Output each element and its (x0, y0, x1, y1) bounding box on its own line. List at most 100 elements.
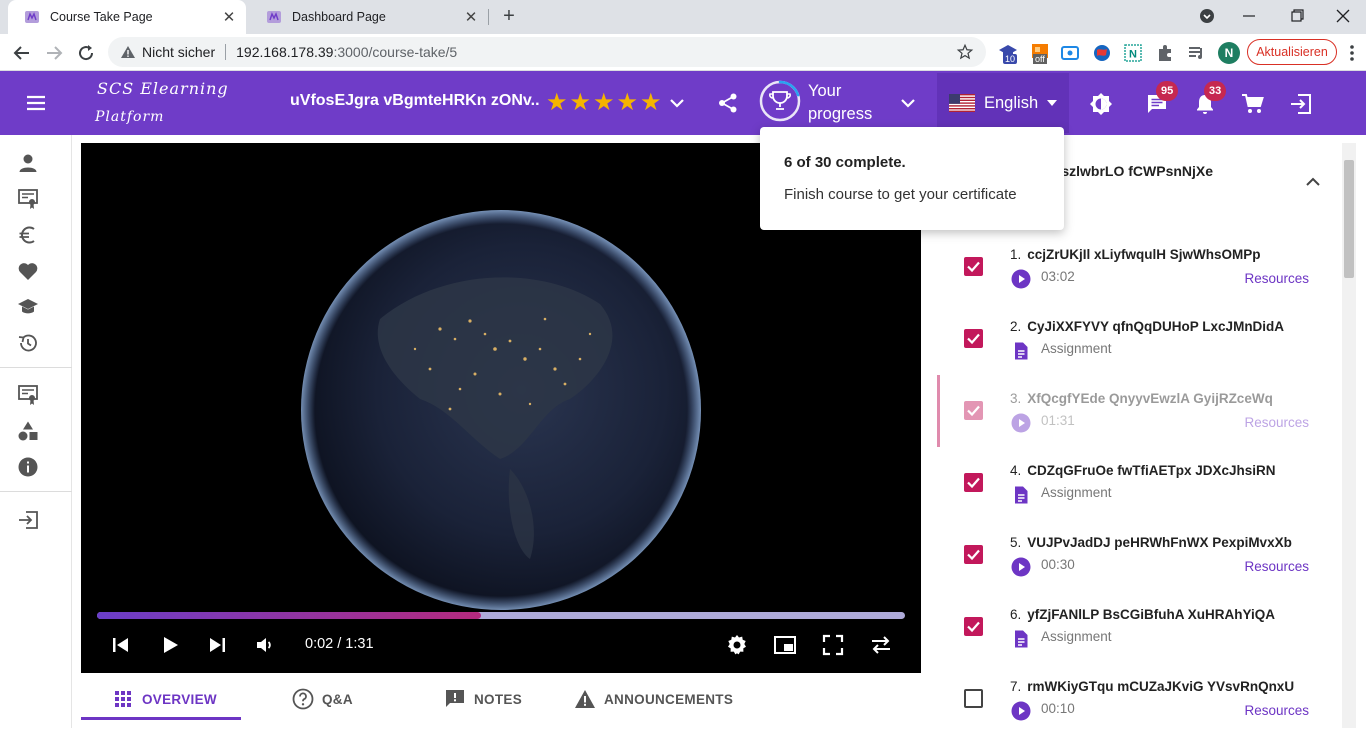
tab-close-icon[interactable]: ✕ (462, 8, 480, 26)
lesson-item[interactable]: 5. VUJPvJadDJ peHRWhFnWX PexpiMvxXb 00:30 R… (940, 531, 1340, 595)
tab-label: OVERVIEW (142, 691, 217, 707)
lesson-checkbox[interactable] (964, 401, 983, 420)
update-browser-button[interactable]: Aktualisieren (1247, 39, 1337, 65)
play-circle-icon[interactable] (1011, 413, 1031, 433)
theme-toggle-icon[interactable] (1089, 92, 1113, 116)
skip-next-icon[interactable] (205, 633, 229, 657)
course-rating[interactable]: ★ ★ ★ ★ ★ (545, 90, 663, 116)
resources-link[interactable]: Resources (1244, 271, 1309, 286)
volume-icon[interactable] (253, 633, 277, 657)
platform-logo[interactable]: SCS Elearning Platform (95, 75, 270, 131)
n-ext-icon[interactable]: N (1122, 42, 1144, 64)
history-icon[interactable] (17, 332, 39, 354)
login-icon[interactable] (17, 509, 39, 531)
settings-gear-icon[interactable] (725, 633, 749, 657)
play-circle-icon[interactable] (1011, 701, 1031, 721)
trophy-icon (769, 91, 791, 110)
fullscreen-icon[interactable] (821, 633, 845, 657)
seek-bar[interactable] (97, 612, 905, 619)
reload-icon[interactable] (74, 41, 98, 65)
profile-avatar[interactable]: N (1218, 42, 1240, 64)
tab-search-icon[interactable] (1195, 5, 1219, 27)
tab-notes[interactable]: NOTES (444, 684, 522, 714)
lesson-item[interactable]: 2. CyJiXXFYVY qfnQqDUHoP LxcJMnDidA Assign… (940, 315, 1340, 379)
security-label[interactable]: Nicht sicher (142, 44, 215, 60)
lesson-checkbox[interactable] (964, 257, 983, 276)
blue-square-ext-icon[interactable] (1059, 42, 1081, 64)
lesson-item[interactable]: 1. ccjZrUKjIl xLiyfwqulH SjwWhsOMPp 03:02 R… (940, 243, 1340, 307)
puzzle-icon[interactable] (1154, 42, 1176, 64)
chevron-up-icon[interactable] (1303, 174, 1323, 190)
warning-triangle-icon[interactable] (120, 44, 136, 60)
cart-icon[interactable] (1241, 92, 1265, 116)
globe-ext-icon[interactable] (1091, 42, 1113, 64)
document-icon[interactable] (1011, 629, 1031, 649)
lesson-title[interactable]: 3. XfQcgfYEde QnyyvEwzlA GyijRZceWq (1010, 391, 1273, 406)
certificate-icon[interactable] (17, 188, 39, 210)
orange-ext-icon[interactable]: off (1029, 42, 1051, 64)
picture-in-picture-icon[interactable] (773, 633, 797, 657)
lesson-item[interactable]: 4. CDZqGFruOe fwTfiAETpx JDXcJhsiRN Assign… (940, 459, 1340, 523)
tab-label: Q&A (322, 691, 353, 707)
info-icon[interactable] (17, 456, 39, 478)
document-icon[interactable] (1011, 341, 1031, 361)
euro-icon[interactable] (17, 224, 39, 246)
lesson-title[interactable]: 7. rmWKiyGTqu mCUZaJKviG YVsvRnQnxU (1010, 679, 1294, 694)
restore-icon[interactable] (1285, 5, 1309, 27)
progress-ring[interactable] (759, 80, 801, 122)
resources-link[interactable]: Resources (1244, 703, 1309, 718)
certificate-icon[interactable] (17, 384, 39, 406)
language-selector[interactable]: English (937, 73, 1069, 133)
profile-icon[interactable] (17, 152, 39, 174)
star-icon: ★ (616, 89, 638, 116)
lesson-item[interactable]: 6. yfZjFANlLP BsCGiBfuhA XuHRAhYiQA Assign… (940, 603, 1340, 667)
tab-overview[interactable]: OVERVIEW (112, 684, 217, 714)
address-bar[interactable]: Nicht sicher 192.168.178.39:3000/course-… (108, 37, 986, 67)
lesson-checkbox[interactable] (964, 473, 983, 492)
back-arrow-icon[interactable] (10, 41, 34, 65)
scrollbar-thumb[interactable] (1344, 160, 1354, 278)
resources-link[interactable]: Resources (1244, 415, 1309, 430)
lesson-title[interactable]: 6. yfZjFANlLP BsCGiBfuhA XuHRAhYiQA (1010, 607, 1275, 622)
logout-icon[interactable] (1289, 92, 1313, 116)
lesson-checkbox[interactable] (964, 329, 983, 348)
heart-icon[interactable] (17, 260, 39, 282)
lesson-title[interactable]: 5. VUJPvJadDJ peHRWhFnWX PexpiMvxXb (1010, 535, 1292, 550)
skip-previous-icon[interactable] (109, 633, 133, 657)
resources-link[interactable]: Resources (1244, 559, 1309, 574)
forward-arrow-icon[interactable] (42, 41, 66, 65)
lesson-duration: 00:30 (1041, 557, 1075, 572)
lesson-checkbox[interactable] (964, 545, 983, 564)
graduation-cap-icon[interactable] (17, 296, 39, 318)
menu-icon[interactable] (24, 92, 48, 114)
tab-course-take[interactable]: Course Take Page ✕ (8, 0, 246, 34)
tab-qa[interactable]: Q&A (292, 684, 353, 714)
chevron-down-icon[interactable] (668, 93, 686, 113)
categories-icon[interactable] (17, 420, 39, 442)
lesson-item[interactable]: 7. rmWKiyGTqu mCUZaJKviG YVsvRnQnxU 00:10 R… (940, 675, 1340, 739)
close-window-icon[interactable] (1331, 5, 1355, 27)
minimize-icon[interactable] (1237, 5, 1261, 27)
swap-arrows-icon[interactable] (869, 633, 893, 657)
lesson-title[interactable]: 4. CDZqGFruOe fwTfiAETpx JDXcJhsiRN (1010, 463, 1276, 478)
tab-dashboard[interactable]: Dashboard Page ✕ (250, 0, 488, 34)
new-tab-button[interactable]: + (498, 6, 520, 28)
document-icon[interactable] (1011, 485, 1031, 505)
lesson-checkbox[interactable] (964, 689, 983, 708)
tab-announcements[interactable]: ANNOUNCEMENTS (574, 684, 733, 714)
lesson-checkbox[interactable] (964, 617, 983, 636)
share-icon[interactable] (717, 92, 739, 114)
bookmark-star-icon[interactable] (956, 43, 974, 61)
play-circle-icon[interactable] (1011, 269, 1031, 289)
play-circle-icon[interactable] (1011, 557, 1031, 577)
chevron-down-icon[interactable] (899, 94, 917, 112)
lesson-title[interactable]: 1. ccjZrUKjIl xLiyfwqulH SjwWhsOMPp (1010, 247, 1261, 262)
play-icon[interactable] (158, 633, 182, 657)
tab-close-icon[interactable]: ✕ (220, 8, 238, 26)
lesson-item[interactable]: 3. XfQcgfYEde QnyyvEwzlA GyijRZceWq 01:31 R… (940, 387, 1340, 451)
browser-menu-icon[interactable] (1343, 42, 1361, 64)
graduation-ext-icon[interactable]: 10 (997, 42, 1019, 64)
playlist-icon[interactable] (1186, 42, 1208, 64)
progress-label[interactable]: Your progress (808, 80, 888, 126)
lesson-title[interactable]: 2. CyJiXXFYVY qfnQqDUHoP LxcJMnDidA (1010, 319, 1284, 334)
